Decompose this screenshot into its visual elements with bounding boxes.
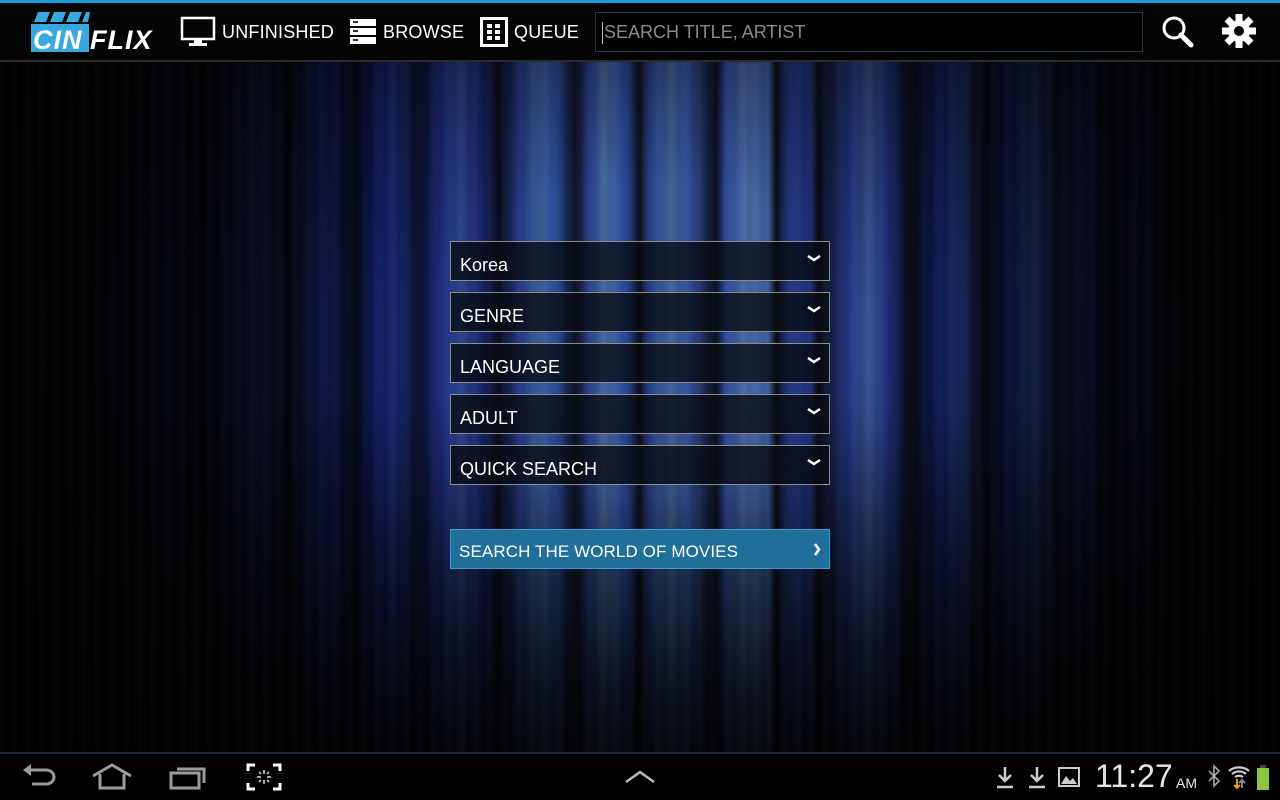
- download-notification-1[interactable]: [994, 762, 1016, 792]
- app-top-bar: CIN FLIX UNFINISHED BROWSE QUEUE: [0, 3, 1280, 60]
- genre-dropdown-value: GENRE: [460, 306, 525, 326]
- clock-ampm: AM: [1176, 775, 1197, 791]
- country-dropdown-value: Korea: [460, 255, 509, 275]
- adult-dropdown-value: ADULT: [460, 408, 518, 428]
- recent-apps-icon: [169, 767, 206, 790]
- search-field-container: [595, 12, 1143, 52]
- system-navigation-bar: 11:27 AM: [0, 754, 1280, 800]
- nav-unfinished-label: UNFINISHED: [222, 21, 335, 42]
- grid-list-icon: [480, 17, 508, 47]
- bluetooth-icon: [1208, 764, 1221, 788]
- clock-time: 11:27: [1095, 758, 1173, 794]
- magnifier-icon: [1162, 16, 1194, 48]
- battery-status: [1256, 762, 1270, 792]
- image-icon: [1058, 767, 1080, 787]
- nav-browse-label: BROWSE: [383, 21, 465, 42]
- language-dropdown-value: LANGUAGE: [460, 357, 561, 377]
- settings-button[interactable]: [1221, 13, 1257, 49]
- quick-search-dropdown-value: QUICK SEARCH: [460, 459, 598, 479]
- monitor-icon: [180, 16, 216, 46]
- chevron-down-icon: [807, 356, 821, 364]
- search-world-of-movies-label: SEARCH THE WORLD OF MOVIES: [459, 542, 739, 561]
- language-dropdown[interactable]: LANGUAGE: [450, 343, 830, 383]
- screenshot-icon: [246, 763, 282, 791]
- country-dropdown[interactable]: Korea: [450, 241, 830, 281]
- logo-text-flix: FLIX: [90, 25, 153, 55]
- nav-browse[interactable]: BROWSE: [349, 15, 464, 49]
- nav-unfinished[interactable]: UNFINISHED: [180, 15, 334, 49]
- back-icon: [23, 764, 56, 786]
- nav-queue[interactable]: QUEUE: [480, 15, 579, 49]
- nav-queue-label: QUEUE: [514, 21, 580, 42]
- chevron-down-icon: [807, 254, 821, 262]
- text-caret: [602, 22, 603, 44]
- bluetooth-status: [1206, 762, 1222, 792]
- chevron-up-icon: [625, 770, 655, 784]
- chevron-down-icon: [807, 305, 821, 313]
- home-button[interactable]: [90, 762, 134, 792]
- gear-icon: [1222, 14, 1256, 48]
- chevron-down-icon: [807, 458, 821, 466]
- download-icon: [997, 767, 1013, 789]
- chevron-right-icon: [813, 543, 821, 556]
- chevron-down-icon: [807, 407, 821, 415]
- wifi-status: [1227, 762, 1251, 792]
- wifi-icon: [1228, 766, 1250, 790]
- search-button[interactable]: [1160, 14, 1196, 50]
- show-more-button[interactable]: [622, 762, 658, 792]
- screenshot-button[interactable]: [246, 762, 282, 792]
- genre-dropdown[interactable]: GENRE: [450, 292, 830, 332]
- image-notification[interactable]: [1057, 762, 1081, 792]
- download-notification-2[interactable]: [1026, 762, 1048, 792]
- server-list-icon: [350, 19, 376, 44]
- recent-apps-button[interactable]: [168, 762, 208, 792]
- download-icon: [1029, 767, 1045, 789]
- quick-search-dropdown[interactable]: QUICK SEARCH: [450, 445, 830, 485]
- search-world-of-movies-button[interactable]: SEARCH THE WORLD OF MOVIES: [450, 529, 830, 569]
- logo-text-cin: CIN: [33, 25, 83, 55]
- cinflix-logo[interactable]: CIN FLIX: [30, 10, 154, 55]
- adult-dropdown[interactable]: ADULT: [450, 394, 830, 434]
- search-input[interactable]: [596, 13, 1142, 51]
- back-button[interactable]: [20, 762, 58, 792]
- home-icon: [92, 763, 132, 790]
- movie-filter-form: Korea GENRE LANGUAGE ADULT QUICK SEARCH: [450, 241, 830, 496]
- battery-icon: [1257, 765, 1269, 790]
